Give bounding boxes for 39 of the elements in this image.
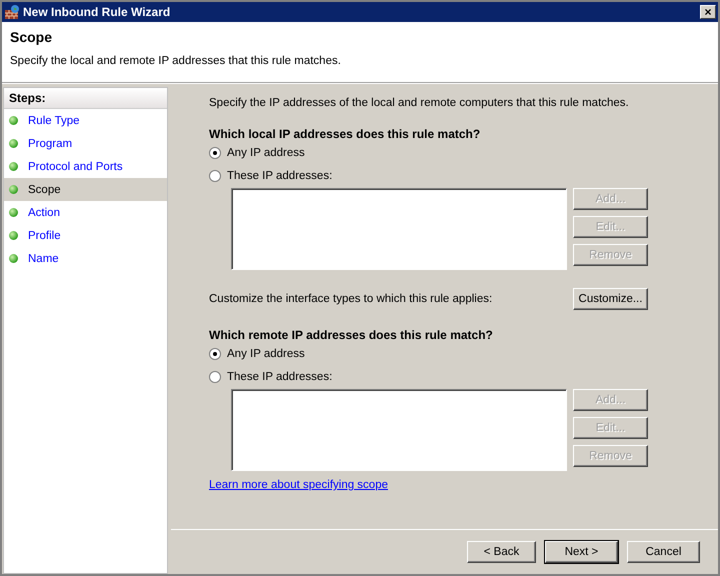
step-item[interactable]: Scope [4, 178, 167, 201]
wizard-button[interactable]: Cancel [627, 541, 700, 563]
bullet-icon [9, 139, 18, 148]
step-item[interactable]: Action [4, 201, 167, 224]
wizard-button[interactable]: Next > [545, 541, 618, 563]
steps-heading: Steps: [4, 88, 167, 109]
step-item[interactable]: Protocol and Ports [4, 155, 167, 178]
option-label[interactable]: These IP addresses: [227, 170, 332, 182]
page-title: Scope [10, 29, 54, 45]
wizard-button[interactable]: < Back [467, 541, 536, 563]
option-label[interactable]: Any IP address [227, 146, 305, 158]
intro-text: Specify the IP addresses of the local and remote computers that this rule matches. [209, 97, 630, 109]
step-item[interactable]: Name [4, 247, 167, 270]
help-link[interactable]: Learn more about specifying scope [209, 479, 388, 491]
section-heading: Which remote IP addresses does this rule match? [209, 328, 494, 342]
bullet-icon [9, 185, 18, 194]
bullet-icon [9, 162, 18, 171]
window-title: New Inbound Rule Wizard [23, 5, 172, 19]
ip-address-list[interactable] [231, 389, 567, 471]
option-label[interactable]: Any IP address [227, 348, 305, 360]
radio-button[interactable] [209, 348, 221, 360]
bullet-icon [9, 208, 18, 217]
customize-text: Customize the interface types to which this rule applies: [209, 293, 492, 305]
option-label[interactable]: These IP addresses: [227, 370, 332, 382]
ip-address-list[interactable] [231, 188, 567, 270]
radio-button[interactable] [209, 370, 221, 382]
close-button[interactable]: × [700, 5, 716, 19]
step-item[interactable]: Program [4, 132, 167, 155]
customize-button[interactable]: Customize... [573, 288, 648, 310]
radio-button[interactable] [209, 170, 221, 182]
bullet-icon [9, 116, 18, 125]
step-item[interactable]: Profile [4, 224, 167, 247]
section-heading: Which local IP addresses does this rule match? [209, 127, 482, 141]
bullet-icon [9, 231, 18, 240]
step-item[interactable]: Rule Type [4, 109, 167, 132]
bullet-icon [9, 254, 18, 263]
radio-button[interactable] [209, 146, 221, 158]
firewall-icon [4, 4, 20, 20]
page-subtitle: Specify the local and remote IP addresses that this rule matches. [10, 55, 342, 67]
